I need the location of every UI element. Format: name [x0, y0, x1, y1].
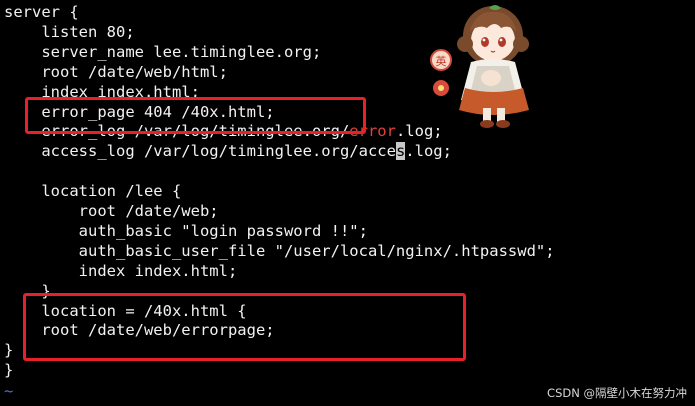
error-page-highlight-box: [25, 97, 366, 134]
code-text: access_log /var/log/timinglee.org/acce: [4, 142, 396, 161]
code-text: .log;: [395, 122, 443, 141]
vim-empty-line-marker: ~: [4, 382, 14, 400]
code-line-11: root /date/web;: [4, 202, 219, 220]
code-line-19: }: [4, 361, 14, 380]
code-line-18: }: [4, 341, 14, 360]
svg-text:英: 英: [436, 54, 447, 68]
anime-girl-sticker: 英: [430, 5, 529, 128]
location-block-highlight-box: [23, 293, 466, 361]
vim-terminal-window[interactable]: 英 server { listen 80; server_name lee.ti…: [0, 0, 695, 406]
code-line-14: index index.html;: [4, 261, 238, 280]
code-line-12: auth_basic "login password !!";: [4, 221, 368, 240]
code-text: .log;: [405, 142, 452, 161]
code-line-2: listen 80;: [4, 22, 135, 41]
code-line-8-access-log: access_log /var/log/timinglee.org/acces.…: [4, 142, 452, 162]
code-line-3: server_name lee.timinglee.org;: [4, 42, 322, 61]
code-line-4: root /date/web/html;: [4, 62, 228, 81]
code-line-10: location /lee {: [4, 182, 182, 201]
csdn-watermark: CSDN @隔壁小木在努力冲: [547, 386, 687, 400]
code-line-13: auth_basic_user_file "/user/local/nginx/…: [4, 241, 555, 260]
code-line-1: server {: [4, 3, 79, 21]
text-cursor[interactable]: s: [395, 142, 406, 161]
